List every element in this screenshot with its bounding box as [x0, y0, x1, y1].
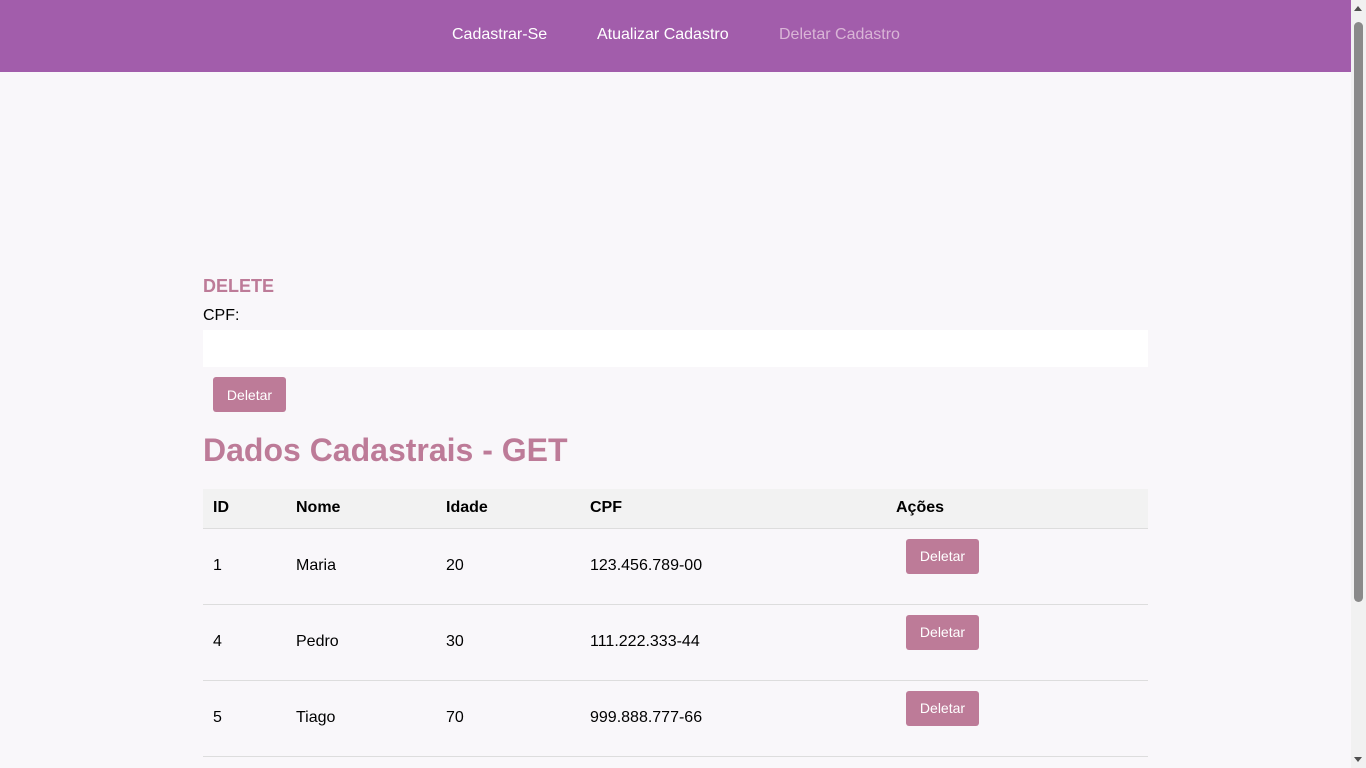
delete-form-title: DELETE: [203, 276, 275, 296]
column-header-cpf: CPF: [580, 489, 886, 529]
nav-link-cadastrar[interactable]: Cadastrar-Se: [452, 26, 547, 44]
cell-nome: Maria: [296, 557, 337, 574]
cell-idade: 20: [446, 557, 464, 574]
row-delete-button[interactable]: Deletar: [906, 690, 979, 726]
cpf-label: CPF:: [203, 307, 240, 324]
row-delete-button[interactable]: Deletar: [906, 538, 979, 574]
cpf-input[interactable]: [203, 330, 1148, 367]
cell-actions: Deletar: [886, 680, 1148, 756]
table-header-row: ID Nome Idade CPF Ações: [203, 489, 1148, 529]
cell-actions: Deletar: [886, 528, 1148, 604]
column-header-acoes: Ações: [886, 489, 1148, 529]
cell-id: 4: [213, 633, 222, 650]
cell-idade: 30: [446, 633, 464, 650]
data-section-title: Dados Cadastrais - GET: [203, 432, 568, 468]
scroll-down-arrow-icon[interactable]: [1354, 757, 1362, 762]
column-header-id: ID: [203, 489, 286, 529]
scroll-up-arrow-icon[interactable]: [1354, 6, 1362, 11]
delete-submit-button[interactable]: Deletar: [213, 377, 286, 412]
table-row: 1 Maria 20 123.456.789-00 Deletar: [203, 528, 1148, 604]
cell-actions: Deletar: [886, 604, 1148, 680]
column-header-nome: Nome: [286, 489, 436, 529]
cell-cpf: 999.888.777-66: [590, 709, 703, 726]
cell-cpf: 123.456.789-00: [590, 557, 703, 574]
scroll-thumb[interactable]: [1354, 22, 1363, 602]
column-header-idade: Idade: [436, 489, 580, 529]
top-navbar: Cadastrar-Se Atualizar Cadastro Deletar …: [0, 0, 1351, 72]
cell-nome: Tiago: [296, 709, 336, 726]
cell-nome: Pedro: [296, 633, 339, 650]
vertical-scrollbar[interactable]: [1351, 0, 1366, 768]
cell-cpf: 111.222.333-44: [590, 633, 700, 650]
records-table: ID Nome Idade CPF Ações 1 Maria 20 123.4…: [203, 489, 1148, 757]
table-row: 5 Tiago 70 999.888.777-66 Deletar: [203, 680, 1148, 756]
cell-id: 1: [213, 557, 222, 574]
cell-idade: 70: [446, 709, 464, 726]
row-delete-button[interactable]: Deletar: [906, 614, 979, 650]
nav-link-atualizar[interactable]: Atualizar Cadastro: [597, 26, 729, 44]
table-row: 4 Pedro 30 111.222.333-44 Deletar: [203, 604, 1148, 680]
cell-id: 5: [213, 709, 222, 726]
nav-link-deletar[interactable]: Deletar Cadastro: [779, 26, 900, 44]
